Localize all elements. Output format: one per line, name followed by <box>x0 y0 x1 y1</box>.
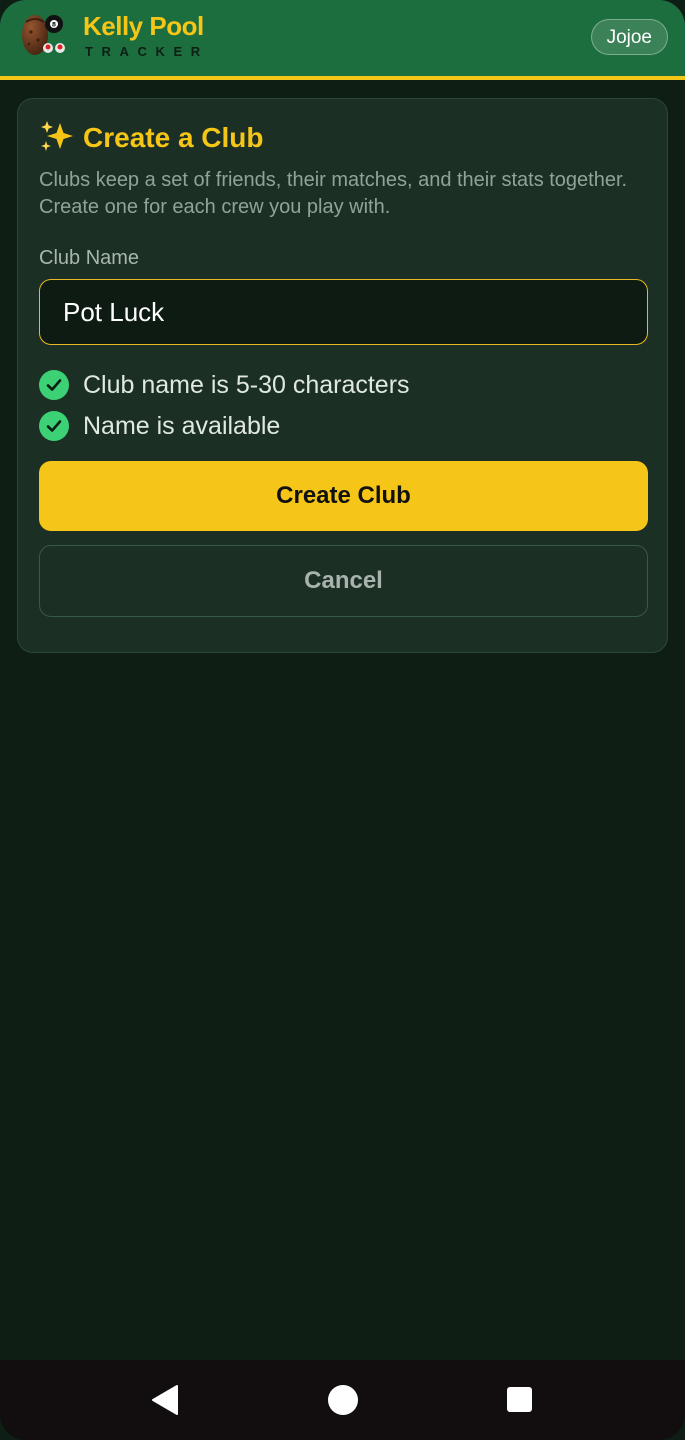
card-title: Create a Club <box>83 122 264 153</box>
app-screen: 8 Kelly Pool TRACKER Jojoe Create a Club <box>0 0 685 1440</box>
card-description: Clubs keep a set of friends, their match… <box>39 169 628 218</box>
create-club-button[interactable]: Create Club <box>39 461 648 531</box>
check-circle-icon <box>39 370 69 400</box>
validation-length: Club name is 5-30 characters <box>39 369 410 401</box>
cancel-button[interactable]: Cancel <box>39 545 648 617</box>
user-menu-button[interactable]: Jojoe <box>590 19 668 55</box>
club-name-label: Club Name <box>39 247 140 269</box>
brand-subtitle: TRACKER <box>85 44 209 59</box>
svg-text:8: 8 <box>52 22 56 29</box>
card-heading: Create a Club <box>39 119 264 157</box>
sparkles-icon <box>41 121 73 151</box>
brand-title: Kelly Pool <box>83 11 204 41</box>
create-club-card: Create a Club Clubs keep a set of friend… <box>17 98 668 653</box>
recents-square-icon[interactable] <box>507 1387 532 1412</box>
validation-text: Name is available <box>83 412 281 440</box>
club-name-input[interactable] <box>39 279 648 345</box>
app-header: 8 Kelly Pool TRACKER Jojoe <box>0 0 685 80</box>
check-circle-icon <box>39 411 69 441</box>
pool-balls-logo-icon[interactable]: 8 <box>20 12 68 58</box>
system-nav-bar <box>0 1360 685 1440</box>
validation-availability: Name is available <box>39 410 280 442</box>
back-triangle-icon[interactable] <box>150 1384 180 1416</box>
validation-text: Club name is 5-30 characters <box>83 371 410 399</box>
home-circle-icon[interactable] <box>328 1385 358 1415</box>
